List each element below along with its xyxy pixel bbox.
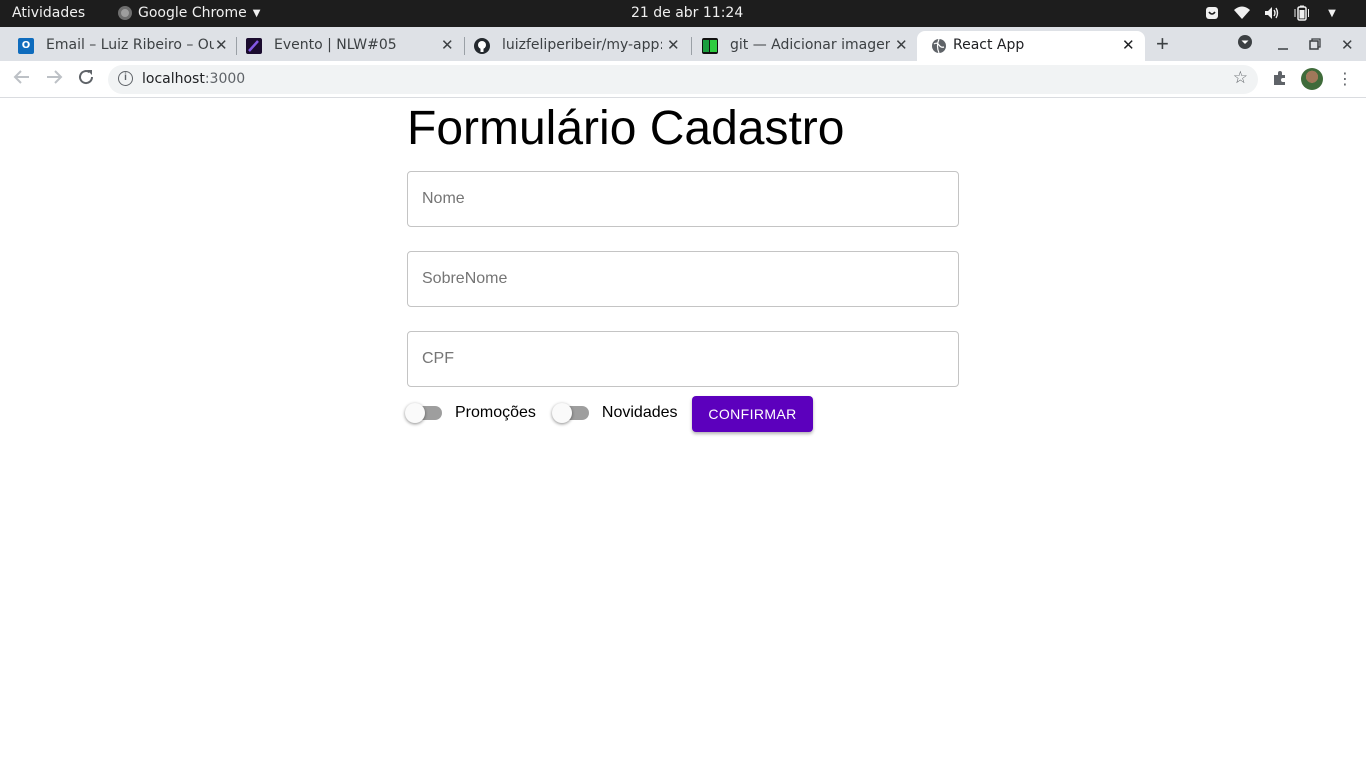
novidades-label: Novidades	[601, 404, 678, 421]
tab-git[interactable]: git — Adicionar imagens ✕	[688, 31, 918, 61]
close-tab-icon[interactable]: ✕	[895, 36, 908, 54]
outlook-icon: O	[18, 38, 34, 54]
nome-field[interactable]	[407, 171, 959, 227]
caret-down-icon: ▼	[252, 7, 261, 19]
switch-row: Promoções Novidades	[405, 395, 694, 431]
tab-search-icon[interactable]	[1237, 34, 1253, 54]
page-title: Formulário Cadastro	[407, 102, 845, 155]
volume-icon[interactable]	[1264, 5, 1280, 21]
bookmark-star-icon[interactable]: ☆	[1233, 68, 1248, 88]
reload-icon[interactable]	[77, 68, 95, 91]
new-tab-plus-icon[interactable]: +	[1156, 31, 1169, 57]
confirm-button[interactable]: CONFIRMAR	[692, 396, 813, 432]
extensions-puzzle-icon[interactable]	[1271, 70, 1289, 88]
app-menu-label: Google Chrome	[138, 5, 247, 21]
tab-title: Evento | NLW#05	[274, 37, 397, 53]
tab-email[interactable]: O Email – Luiz Ribeiro – Ou ✕	[4, 31, 236, 61]
wifi-icon[interactable]	[1234, 5, 1250, 21]
back-arrow-icon[interactable]	[13, 68, 31, 91]
chrome-icon	[118, 6, 132, 20]
promocoes-switch[interactable]	[405, 403, 443, 423]
tab-title: React App	[953, 37, 1025, 53]
tab-title: git — Adicionar imagens	[730, 37, 890, 53]
activities-button[interactable]: Atividades	[12, 5, 85, 21]
tab-evento[interactable]: Evento | NLW#05 ✕	[232, 31, 464, 61]
address-bar[interactable]: i localhost:3000 ☆	[108, 65, 1258, 94]
notification-icon[interactable]	[1204, 5, 1220, 21]
close-tab-icon[interactable]: ✕	[441, 36, 454, 54]
close-tab-icon[interactable]: ✕	[215, 36, 228, 54]
close-window-icon[interactable]: ✕	[1341, 36, 1354, 54]
battery-icon[interactable]	[1294, 5, 1310, 21]
tab-title: Email – Luiz Ribeiro – Ou	[46, 37, 214, 53]
promocoes-label: Promoções	[455, 404, 536, 421]
sobrenome-field[interactable]	[407, 251, 959, 307]
restore-icon[interactable]	[1309, 37, 1321, 54]
novidades-switch[interactable]	[551, 403, 590, 423]
close-tab-icon[interactable]: ✕	[667, 36, 680, 54]
page-content: Formulário Cadastro Promoções Novidades …	[0, 99, 1366, 768]
url-host: localhost	[142, 71, 205, 87]
site-info-icon[interactable]: i	[118, 71, 133, 86]
forward-arrow-icon[interactable]	[45, 68, 63, 91]
system-top-bar: Atividades Google Chrome ▼ 21 de abr 11:…	[0, 0, 1366, 27]
url-text[interactable]: localhost:3000	[142, 71, 245, 87]
nome-input[interactable]	[408, 172, 958, 226]
switch-thumb[interactable]	[551, 403, 572, 423]
minimize-icon[interactable]	[1277, 38, 1289, 55]
switch-thumb[interactable]	[405, 403, 425, 423]
profile-avatar[interactable]	[1301, 68, 1323, 90]
url-port: :3000	[204, 71, 246, 87]
more-menu-icon[interactable]: ⋮	[1337, 69, 1353, 89]
cpf-field[interactable]	[407, 331, 959, 387]
tab-github[interactable]: luizfeliperibeir/my-app: ✕	[460, 31, 692, 61]
close-tab-icon[interactable]: ✕	[1122, 36, 1135, 54]
stackoverflow-pt-icon	[702, 38, 718, 54]
globe-icon	[931, 38, 947, 54]
power-menu-caret-icon[interactable]: ▼	[1324, 5, 1340, 21]
app-menu[interactable]: Google Chrome ▼	[118, 5, 260, 21]
browser-toolbar: i localhost:3000 ☆	[0, 61, 1366, 98]
cpf-input[interactable]	[408, 332, 958, 386]
tab-react-app[interactable]: React App ✕	[917, 31, 1145, 61]
github-icon	[474, 38, 490, 54]
tab-title: luizfeliperibeir/my-app:	[502, 37, 662, 53]
clock[interactable]: 21 de abr 11:24	[631, 5, 743, 21]
system-tray[interactable]: ▼	[1204, 5, 1340, 21]
rocketseat-icon	[246, 38, 262, 54]
sobrenome-input[interactable]	[408, 252, 958, 306]
